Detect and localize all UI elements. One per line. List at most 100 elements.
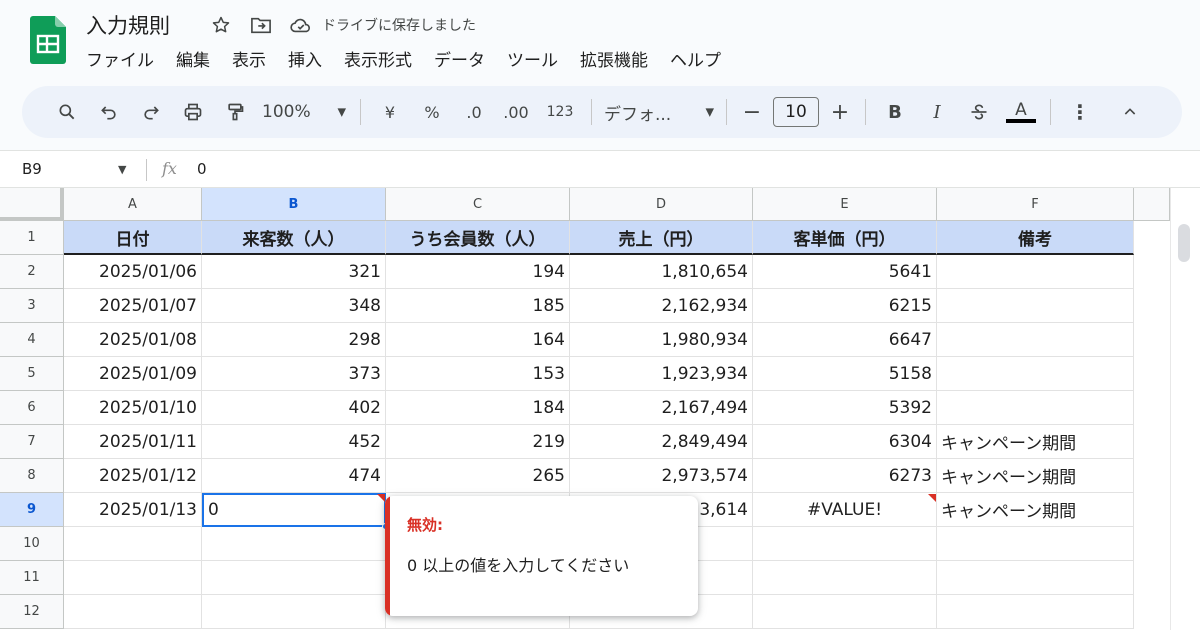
header-cell-a[interactable]: 日付 [64,221,202,255]
cell-c7[interactable]: 219 [386,425,570,459]
strikethrough-icon[interactable] [958,94,1000,130]
cell-c6[interactable]: 184 [386,391,570,425]
menu-file[interactable]: ファイル [86,46,164,71]
cell-e10[interactable] [753,527,937,561]
row-header-6[interactable]: 6 [0,391,64,425]
column-header-b[interactable]: B [202,188,386,221]
cell-a7[interactable]: 2025/01/11 [64,425,202,459]
cell-c2[interactable]: 194 [386,255,570,289]
cell-e2[interactable]: 5641 [753,255,937,289]
percent-format-button[interactable]: % [411,94,453,130]
font-size-decrease-button[interactable]: − [735,94,769,130]
cell-e6[interactable]: 5392 [753,391,937,425]
cell-e7[interactable]: 6304 [753,425,937,459]
cell-d2[interactable]: 1,810,654 [570,255,753,289]
column-header-c[interactable]: C [386,188,570,221]
vertical-scrollbar[interactable] [1178,224,1190,262]
cell-b11[interactable] [202,561,386,595]
column-header-f[interactable]: F [937,188,1134,221]
menu-view[interactable]: 表示 [232,46,276,71]
header-cell-d[interactable]: 売上（円） [570,221,753,255]
decrease-decimal-button[interactable]: .0 [453,94,495,130]
row-header-9[interactable]: 9 [0,493,64,527]
cell-e5[interactable]: 5158 [753,357,937,391]
bold-button[interactable]: B [874,94,916,130]
cell-e12[interactable] [753,595,937,629]
collapse-toolbar-icon[interactable] [1109,94,1151,130]
chevron-down-icon[interactable]: ▼ [118,163,126,176]
cell-b4[interactable]: 298 [202,323,386,357]
header-cell-e[interactable]: 客単価（円） [753,221,937,255]
cell-f2[interactable] [937,255,1134,289]
column-header-a[interactable]: A [64,188,202,221]
cell-b3[interactable]: 348 [202,289,386,323]
cell-b8[interactable]: 474 [202,459,386,493]
menu-help[interactable]: ヘルプ [670,46,731,71]
font-select[interactable]: デフォ... ▾ [600,94,718,130]
paint-format-icon[interactable] [214,94,256,130]
column-header-e[interactable]: E [753,188,937,221]
cell-e3[interactable]: 6215 [753,289,937,323]
more-formats-button[interactable]: 123 [537,94,583,130]
cell-d3[interactable]: 2,162,934 [570,289,753,323]
currency-format-button[interactable]: ¥ [369,94,411,130]
cell-f8[interactable]: キャンペーン期間 [937,459,1134,493]
cell-e4[interactable]: 6647 [753,323,937,357]
cell-f10[interactable] [937,527,1134,561]
cell-f5[interactable] [937,357,1134,391]
cell-b7[interactable]: 452 [202,425,386,459]
sheets-logo-icon[interactable] [30,16,66,64]
cell-f11[interactable] [937,561,1134,595]
cell-f7[interactable]: キャンペーン期間 [937,425,1134,459]
cell-d5[interactable]: 1,923,934 [570,357,753,391]
font-size-input[interactable]: 10 [773,97,819,127]
cell-e9[interactable]: #VALUE! [753,493,937,527]
menu-extensions[interactable]: 拡張機能 [580,46,658,71]
cell-a4[interactable]: 2025/01/08 [64,323,202,357]
print-icon[interactable] [172,94,214,130]
column-header-d[interactable]: D [570,188,753,221]
move-folder-icon[interactable] [250,14,272,36]
cell-f12[interactable] [937,595,1134,629]
name-box[interactable]: B9 [22,160,42,178]
zoom-select[interactable]: 100% ▾ [256,94,352,130]
menu-format[interactable]: 表示形式 [344,46,422,71]
cell-b12[interactable] [202,595,386,629]
cell-b2[interactable]: 321 [202,255,386,289]
cell-b5[interactable]: 373 [202,357,386,391]
cell-d8[interactable]: 2,973,574 [570,459,753,493]
row-header-2[interactable]: 2 [0,255,64,289]
search-icon[interactable] [46,94,88,130]
cell-b6[interactable]: 402 [202,391,386,425]
cell-d6[interactable]: 2,167,494 [570,391,753,425]
cell-a12[interactable] [64,595,202,629]
document-title[interactable]: 入力規則 [86,10,170,40]
more-options-icon[interactable]: ⋮ [1059,94,1101,130]
cell-f4[interactable] [937,323,1134,357]
menu-insert[interactable]: 挿入 [288,46,332,71]
cell-f6[interactable] [937,391,1134,425]
row-header-1[interactable]: 1 [0,221,64,255]
cell-error-flag[interactable] [377,494,385,502]
cell-c5[interactable]: 153 [386,357,570,391]
header-cell-b[interactable]: 来客数（人） [202,221,386,255]
cell-error-flag[interactable] [928,494,936,502]
cell-f3[interactable] [937,289,1134,323]
redo-icon[interactable] [130,94,172,130]
text-color-button[interactable]: A [1000,94,1042,130]
cell-c3[interactable]: 185 [386,289,570,323]
row-header-3[interactable]: 3 [0,289,64,323]
cell-a2[interactable]: 2025/01/06 [64,255,202,289]
cell-a6[interactable]: 2025/01/10 [64,391,202,425]
undo-icon[interactable] [88,94,130,130]
cell-a3[interactable]: 2025/01/07 [64,289,202,323]
header-cell-c[interactable]: うち会員数（人） [386,221,570,255]
select-all-corner[interactable] [0,188,64,221]
formula-input[interactable]: 0 [197,160,207,178]
row-header-10[interactable]: 10 [0,527,64,561]
cell-a10[interactable] [64,527,202,561]
row-header-11[interactable]: 11 [0,561,64,595]
cell-a5[interactable]: 2025/01/09 [64,357,202,391]
increase-decimal-button[interactable]: .00 [495,94,537,130]
header-cell-f[interactable]: 備考 [937,221,1134,255]
